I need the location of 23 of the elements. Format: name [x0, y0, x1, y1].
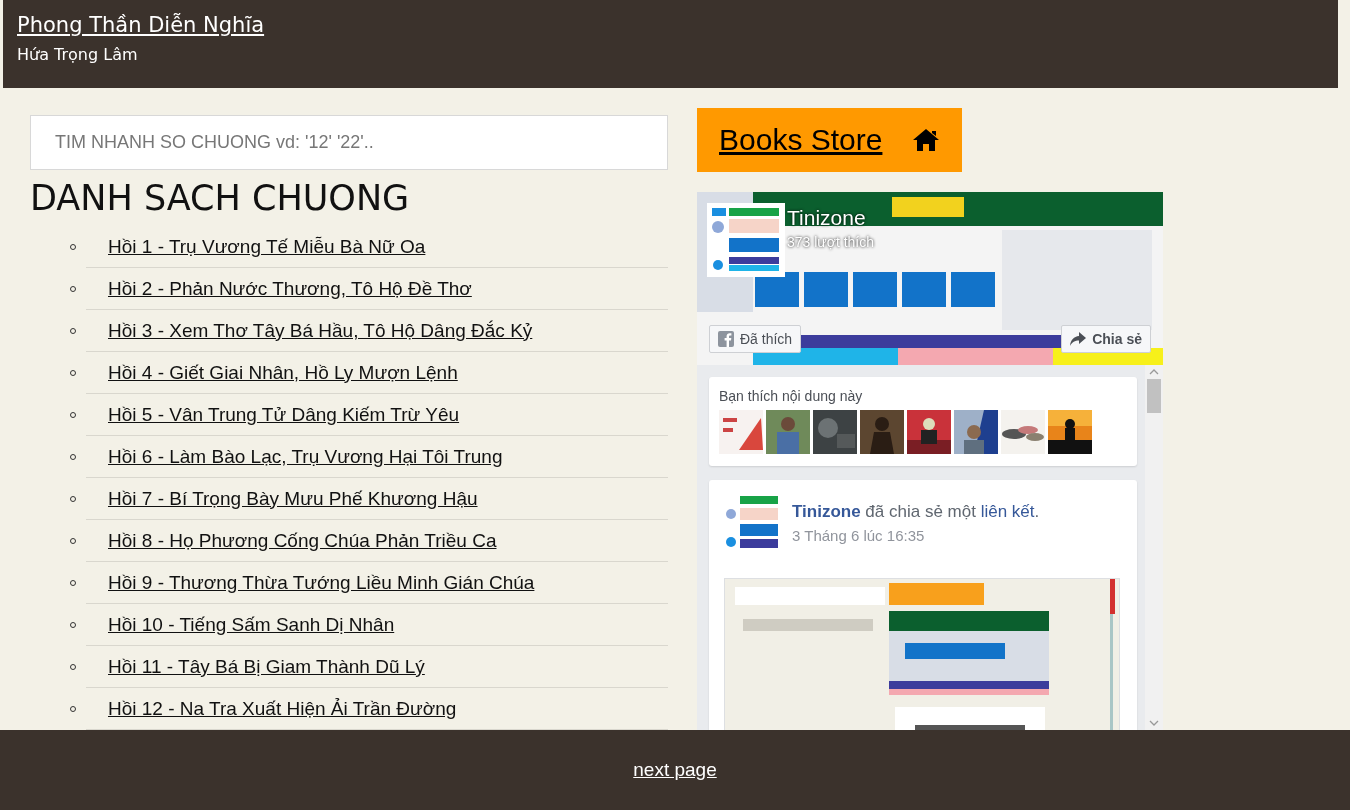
chapter-link[interactable]: Hồi 10 - Tiếng Sấm Sanh Dị Nhân	[108, 613, 395, 636]
author-name: Hứa Trọng Lâm	[17, 45, 138, 64]
chapter-link[interactable]: Hồi 9 - Thương Thừa Tướng Liều Minh Gián Chúa	[108, 571, 535, 594]
chapter-link[interactable]: Hồi 12 - Na Tra Xuất Hiện Ải Trần Đường	[108, 697, 457, 720]
chapter-link[interactable]: Hồi 8 - Họ Phương Cống Chúa Phản Triều Ca	[108, 529, 497, 552]
chapter-link[interactable]: Hồi 5 - Vân Trung Tử Dâng Kiếm Trừ Yêu	[108, 403, 460, 426]
post-time: 3 Tháng 6 lúc 16:35	[792, 527, 926, 544]
chapter-link[interactable]: Hồi 2 - Phản Nước Thương, Tô Hộ Đề Thơ	[108, 277, 472, 300]
books-store-button[interactable]: Books Store	[697, 108, 963, 172]
chapter-link[interactable]: Hồi 6 - Làm Bào Lạc, Trụ Vương Hại Tôi Trung	[108, 445, 503, 468]
post-sentence: Tinizone đã chia sẻ một liên kết.	[792, 502, 1040, 522]
chapter-list-heading: DANH SACH CHUONG	[30, 177, 411, 220]
chapter-link[interactable]: Hồi 3 - Xem Thơ Tây Bá Hầu, Tô Hộ Dâng Đắc Kỷ	[108, 319, 533, 342]
friends-title: Bạn thích nội dung này	[719, 388, 864, 404]
chapter-link[interactable]: Hồi 7 - Bí Trọng Bày Mưu Phế Khương Hậu	[108, 487, 478, 510]
site-title-link[interactable]: Phong Thần Diễn Nghĩa	[17, 13, 265, 37]
page-link[interactable]: Tinizone	[792, 502, 861, 521]
link[interactable]: liên kết	[980, 502, 1035, 521]
search-field[interactable]: TIM NHANH SO CHUONG vd: '12' '22'..	[30, 115, 668, 170]
next-page-link[interactable]: next page	[633, 759, 717, 781]
chapter-link[interactable]: Hồi 1 - Trụ Vương Tế Miễu Bà Nữ Oa	[108, 235, 426, 258]
chapter-link[interactable]: Hồi 11 - Tây Bá Bị Giam Thành Dũ Lý	[108, 655, 425, 678]
chapter-link[interactable]: Hồi 4 - Giết Giai Nhân, Hồ Ly Mượn Lệnh	[108, 361, 458, 384]
